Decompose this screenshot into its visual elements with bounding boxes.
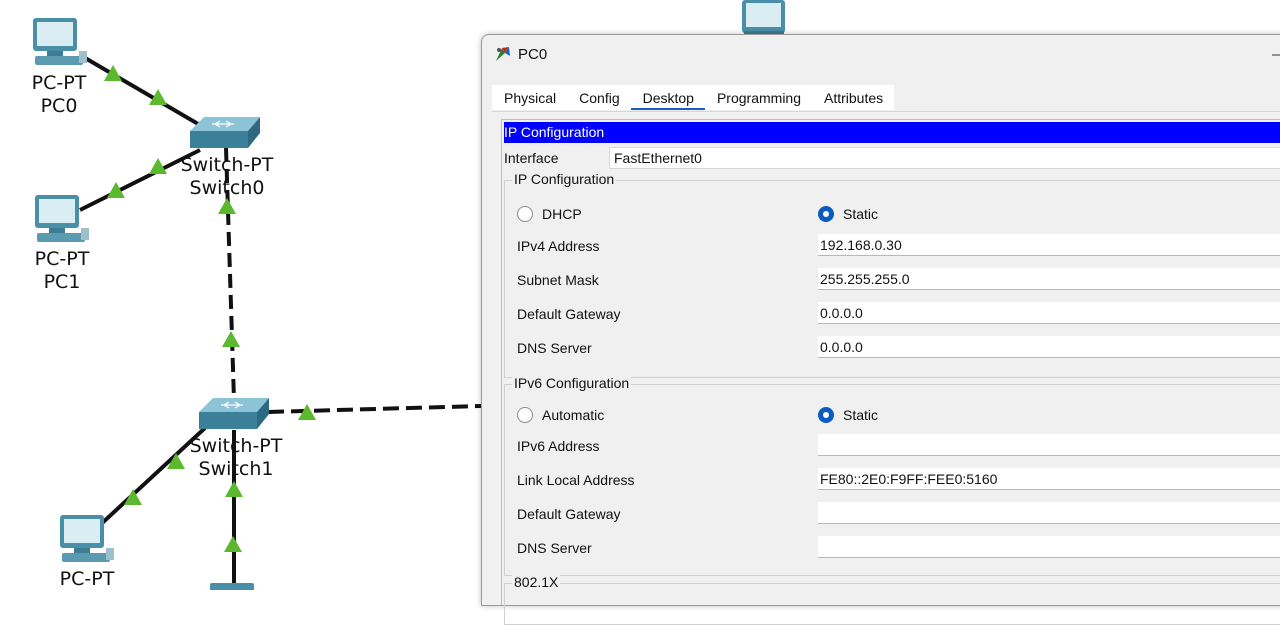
pc-icon[interactable]	[35, 195, 89, 242]
switch-icon[interactable]	[199, 398, 269, 429]
tab-desktop[interactable]: Desktop	[630, 85, 705, 110]
ipv6-group-title: IPv6 Configuration	[512, 375, 632, 391]
switch-icon[interactable]	[190, 117, 260, 148]
ipv4-config-group: IP Configuration DHCP Static IPv4 Addres…	[504, 171, 1280, 378]
ip-configuration-panel: IP Configuration Interface FastEthernet0…	[501, 119, 1280, 625]
device-label-switch1[interactable]: Switch-PT Switch1	[190, 435, 283, 481]
dhcp-radio[interactable]: DHCP	[517, 206, 582, 222]
tab-divider	[492, 111, 1280, 112]
tab-programming[interactable]: Programming	[704, 85, 812, 110]
window-title: PC0	[518, 46, 548, 63]
link-pc0-switch0[interactable]	[78, 53, 207, 130]
link-local-address-input[interactable]: FE80::2E0:F9FF:FEE0:5160	[818, 468, 1280, 490]
automatic-label: Automatic	[542, 407, 605, 423]
link-up-marker	[225, 481, 243, 497]
radio-checked-icon	[818, 206, 834, 222]
device-label-pc-bottom[interactable]: PC-PT	[60, 568, 115, 591]
pc-icon[interactable]	[33, 18, 87, 65]
static-label: Static	[843, 206, 879, 222]
device-name-label: PC0	[40, 95, 78, 117]
ipv6-gateway-label: Default Gateway	[517, 506, 621, 522]
device-name-label: Switch0	[189, 177, 265, 199]
window-titlebar[interactable]: PC0 —	[482, 35, 1280, 73]
ipv4-group-title: IP Configuration	[512, 171, 617, 187]
device-type-label: Switch-PT	[189, 435, 283, 457]
link-switch1-pc0[interactable]	[267, 404, 482, 414]
interface-label: Interface	[504, 150, 559, 166]
ipv4-address-label: IPv4 Address	[517, 238, 600, 254]
ipv4-dns-label: DNS Server	[517, 340, 592, 356]
ipv6-address-label: IPv6 Address	[517, 438, 600, 454]
panel-header: IP Configuration	[504, 122, 1280, 143]
device-type-label: Switch-PT	[180, 154, 274, 176]
tab-physical[interactable]: Physical	[492, 85, 568, 110]
radio-checked-icon	[818, 407, 834, 423]
ipv6-automatic-radio[interactable]: Automatic	[517, 407, 604, 423]
pc0-config-window[interactable]: PC0 — Physical Config Desktop Programmin…	[481, 34, 1280, 625]
ipv4-dns-input[interactable]: 0.0.0.0	[818, 336, 1280, 358]
tab-bar: Physical Config Desktop Programming Attr…	[492, 85, 895, 110]
link-local-address-label: Link Local Address	[517, 472, 635, 488]
radio-unchecked-icon	[517, 407, 533, 423]
ipv4-gateway-input[interactable]: 0.0.0.0	[818, 302, 1280, 324]
ipv6-dns-label: DNS Server	[517, 540, 592, 556]
interface-select[interactable]: FastEthernet0	[609, 147, 1280, 169]
radio-unchecked-icon	[517, 206, 533, 222]
subnet-mask-input[interactable]: 255.255.255.0	[818, 268, 1280, 290]
ipv4-static-radio[interactable]: Static	[818, 206, 878, 222]
device-type-label: PC-PT	[34, 248, 90, 270]
link-up-marker	[218, 198, 236, 214]
static-label: Static	[843, 407, 879, 423]
device-label-pc0[interactable]: PC-PT PC0	[32, 72, 87, 118]
ipv6-config-group: IPv6 Configuration Automatic Static IPv6…	[504, 375, 1280, 576]
ipv4-address-input[interactable]: 192.168.0.30	[818, 234, 1280, 256]
subnet-mask-label: Subnet Mask	[517, 272, 599, 288]
dhcp-label: DHCP	[542, 206, 582, 222]
device-label-switch0[interactable]: Switch-PT Switch0	[181, 154, 274, 200]
link-up-marker	[104, 65, 122, 81]
device-type-label: PC-PT	[31, 72, 87, 94]
ipv6-gateway-input[interactable]	[818, 502, 1280, 524]
ipv6-address-input[interactable]	[818, 434, 1280, 456]
packet-tracer-app-icon	[496, 47, 510, 61]
tab-attributes[interactable]: Attributes	[812, 85, 895, 110]
minimize-button[interactable]: —	[1272, 46, 1280, 63]
link-up-marker	[222, 331, 240, 347]
tab-config[interactable]: Config	[567, 85, 631, 110]
ipv6-static-radio[interactable]: Static	[818, 407, 878, 423]
device-icon-partial[interactable]	[210, 583, 254, 590]
dot1x-group-title: 802.1X	[512, 574, 561, 590]
pc-icon[interactable]	[742, 0, 785, 35]
ipv6-dns-input[interactable]	[818, 536, 1280, 558]
device-name-label: Switch1	[198, 458, 274, 480]
link-up-marker	[224, 536, 242, 552]
device-type-label: PC-PT	[59, 568, 115, 590]
device-label-pc1[interactable]: PC-PT PC1	[35, 248, 90, 294]
dot1x-group: 802.1X	[504, 574, 1280, 625]
ipv4-gateway-label: Default Gateway	[517, 306, 621, 322]
device-name-label: PC1	[43, 271, 81, 293]
